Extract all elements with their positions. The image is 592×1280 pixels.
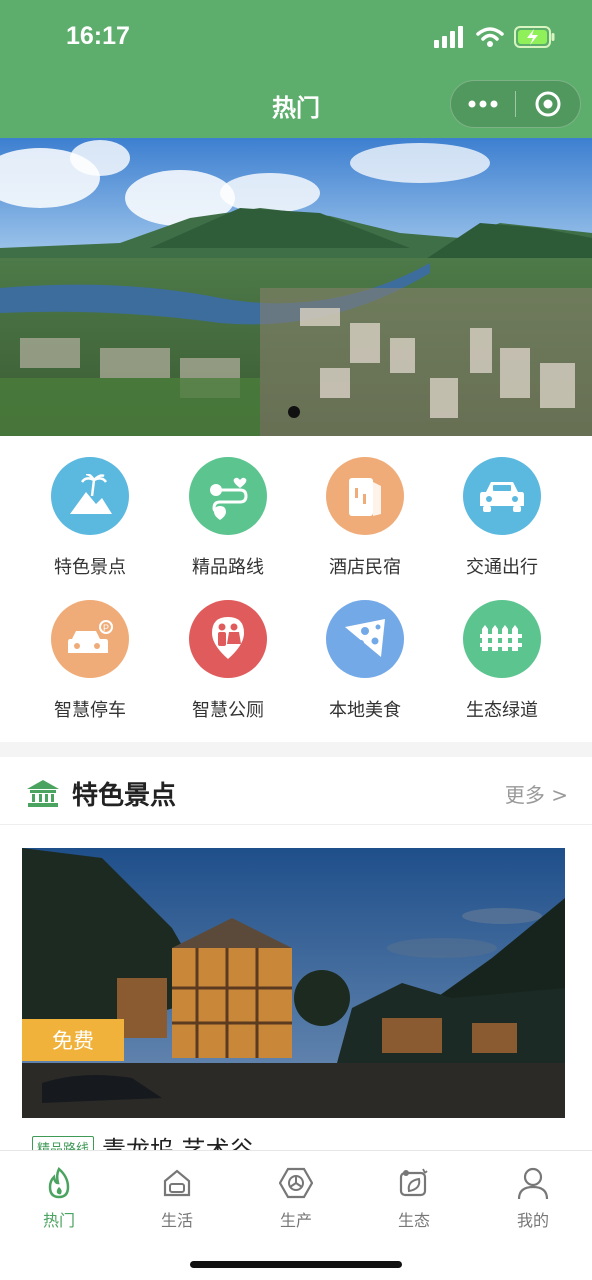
temple-icon <box>27 780 59 807</box>
grid-item-scenic[interactable]: 特色景点 <box>25 457 155 579</box>
car-icon <box>463 457 541 535</box>
grid-item-toilet[interactable]: 智慧公厕 <box>163 600 293 722</box>
grid-item-food[interactable]: 本地美食 <box>300 600 430 722</box>
tab-label: 热门 <box>42 1211 75 1230</box>
price-tag-free: 免费 <box>22 1019 124 1061</box>
status-time: 16:17 <box>66 22 130 50</box>
toilet-icon <box>189 600 267 678</box>
close-target-icon[interactable] <box>516 81 580 127</box>
section-header: 特色景点 更多 > <box>0 757 592 825</box>
grid-item-route[interactable]: 精品路线 <box>163 457 293 579</box>
banner-indicator-dot[interactable] <box>288 406 300 418</box>
more-link[interactable]: 更多 > <box>505 779 568 808</box>
mini-program-capsule <box>450 80 581 128</box>
hotel-door-icon <box>326 457 404 535</box>
flame-icon <box>48 1167 70 1199</box>
cheese-icon <box>326 600 404 678</box>
grid-item-parking[interactable]: P 智慧停车 <box>25 600 155 722</box>
grid-item-greenway[interactable]: 生态绿道 <box>437 600 567 722</box>
user-icon <box>517 1167 549 1200</box>
section-title: 特色景点 <box>72 781 177 811</box>
fence-icon <box>463 600 541 678</box>
grid-label: 生态绿道 <box>466 700 538 721</box>
tab-label: 生活 <box>160 1211 193 1230</box>
grid-label: 酒店民宿 <box>329 557 401 578</box>
more-dots-icon[interactable] <box>451 81 515 127</box>
wifi-icon <box>476 27 504 47</box>
eco-leaf-icon <box>399 1168 428 1197</box>
tab-label: 生产 <box>279 1211 312 1230</box>
card-image[interactable] <box>22 848 565 1118</box>
route-heart-icon <box>189 457 267 535</box>
tab-mine[interactable]: 我的 <box>474 1165 592 1231</box>
top-bar: 16:17 热门 <box>0 0 592 138</box>
tab-life[interactable]: 生活 <box>118 1165 236 1231</box>
hexagon-wheel-icon <box>279 1167 313 1199</box>
tab-label: 生态 <box>397 1211 430 1230</box>
palm-mountain-icon <box>51 457 129 535</box>
grid-label: 精品路线 <box>192 557 264 578</box>
battery-charging-icon <box>514 26 555 48</box>
grid-label: 特色景点 <box>54 557 126 578</box>
grid-label: 智慧公厕 <box>192 700 264 721</box>
status-icons <box>434 26 556 48</box>
home-indicator <box>190 1261 402 1268</box>
tab-production[interactable]: 生产 <box>237 1165 355 1231</box>
grid-label: 交通出行 <box>466 557 538 578</box>
svg-text:P: P <box>103 623 109 633</box>
featured-section: 特色景点 更多 > 免费 青龙坞 艺术谷 <box>0 757 592 1157</box>
grid-item-transport[interactable]: 交通出行 <box>437 457 567 579</box>
tab-hot[interactable]: 热门 <box>0 1165 118 1231</box>
category-grid: 特色景点 精品路线 酒店民宿 交通出行 P 智慧停车 智慧公厕 本地美食 生态绿… <box>0 436 592 742</box>
grid-label: 本地美食 <box>329 700 401 721</box>
grid-label: 智慧停车 <box>54 700 126 721</box>
sofa-icon <box>163 1169 191 1197</box>
signal-icon <box>434 26 463 48</box>
parking-car-icon: P <box>51 600 129 678</box>
tab-label: 我的 <box>516 1211 549 1230</box>
grid-item-hotel[interactable]: 酒店民宿 <box>300 457 430 579</box>
tab-ecology[interactable]: 生态 <box>355 1165 473 1231</box>
banner-image[interactable] <box>0 138 592 436</box>
